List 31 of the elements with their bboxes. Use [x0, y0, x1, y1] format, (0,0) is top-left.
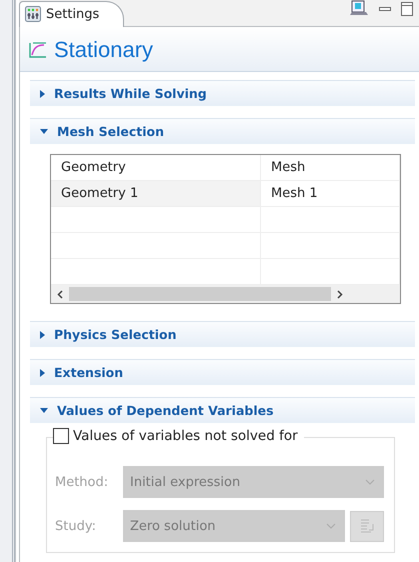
column-header[interactable]: Mesh [261, 155, 400, 180]
triangle-icon [40, 368, 45, 376]
section-header[interactable]: Extension [30, 359, 415, 385]
checkbox[interactable] [53, 428, 69, 444]
section-header[interactable]: Results While Solving [30, 80, 415, 106]
field-label: Method: [55, 474, 110, 490]
scroll-left-icon[interactable] [57, 290, 63, 298]
horizontal-scrollbar[interactable] [51, 285, 400, 303]
chevron-icon [326, 523, 336, 529]
section-header[interactable]: Physics Selection [30, 321, 415, 347]
minimize-icon[interactable] [379, 5, 391, 13]
triangle-icon [40, 129, 48, 134]
panel-title: Stationary [54, 37, 154, 63]
settings-tab[interactable]: Settings [19, 1, 124, 27]
triangle-icon [40, 90, 45, 98]
sliders-icon [25, 6, 41, 22]
chevron-icon [365, 479, 375, 485]
table-cell: Mesh 1 [261, 181, 400, 206]
triangle-icon [40, 408, 48, 413]
field-label: Study: [55, 518, 97, 534]
scroll-right-icon[interactable] [337, 290, 343, 298]
maximize-icon[interactable] [401, 2, 413, 16]
curve-icon [28, 41, 48, 59]
values-checkbox[interactable]: Values of variables not solved for [53, 428, 304, 444]
section-header[interactable]: Values of Dependent Variables [30, 397, 415, 423]
section-header[interactable]: Mesh Selection [30, 118, 415, 144]
document-icon [360, 518, 374, 534]
table-row[interactable]: Geometry 1 Mesh 1 [51, 181, 400, 207]
triangle-icon [40, 330, 45, 338]
table-cell: Geometry 1 [51, 181, 261, 206]
column-header[interactable]: Geometry [51, 155, 261, 180]
